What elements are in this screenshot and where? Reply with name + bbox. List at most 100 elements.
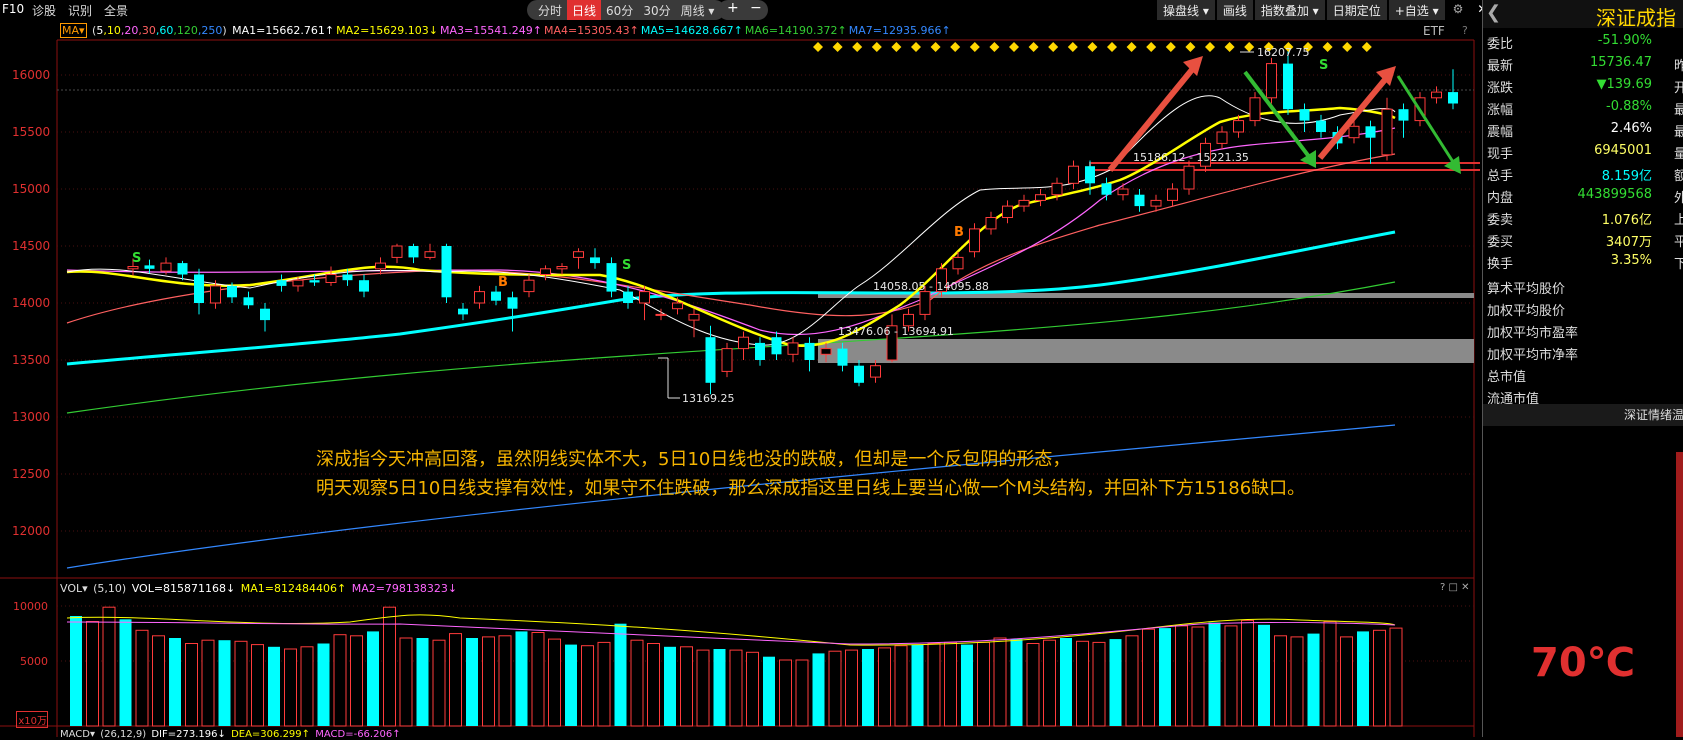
volume-bar[interactable] [581,645,594,727]
quote-row-suffix: 最 [1674,125,1683,140]
volume-bar[interactable] [862,649,874,726]
quote-row-suffix: 上 [1674,213,1683,228]
volume-bar[interactable] [466,638,478,726]
volume-bar[interactable] [432,639,446,727]
quote-row-suffix: 平 [1674,235,1683,250]
volume-bar[interactable] [795,659,809,727]
volume-bar[interactable] [977,641,990,727]
volume-bar[interactable] [333,634,347,727]
volume-bar[interactable] [218,640,231,726]
volume-bar[interactable] [399,637,413,727]
volume-bar[interactable] [300,646,314,727]
volume-bar[interactable] [961,644,973,726]
volume-bar[interactable] [383,606,396,727]
volume-chart[interactable] [0,0,1480,737]
quote-row: 委比 -51.90% [1483,30,1683,52]
volume-bar[interactable] [845,649,858,727]
volume-bar[interactable] [482,636,495,727]
volume-bar[interactable] [614,623,627,726]
quote-row: 换手 3.35% 下 [1483,250,1683,272]
quote-row-label: 总手 [1487,169,1514,184]
stat-weighted-pe[interactable]: 加权平均市盈率 [1487,322,1578,341]
volume-bar[interactable] [680,646,693,727]
volume-bar[interactable] [284,648,297,727]
volume-bar[interactable] [70,616,82,726]
volume-bar[interactable] [449,633,462,727]
quote-row: 总手 8.159亿 额 [1483,162,1683,184]
volume-bar[interactable] [1060,638,1072,726]
volume-bar[interactable] [152,635,165,727]
volume-bar[interactable] [713,649,726,726]
volume-bar[interactable] [1224,625,1238,727]
volume-bar[interactable] [597,641,611,727]
volume-bar[interactable] [102,606,116,727]
volume-bar[interactable] [1241,619,1254,727]
volume-bar[interactable] [993,637,1007,727]
volume-bar[interactable] [1191,626,1205,727]
quote-row: 委买 3407万 平 [1483,228,1683,250]
volume-bar[interactable] [630,639,644,727]
index-title: 深证成指 [1596,6,1676,30]
volume-bar[interactable] [317,643,330,727]
volume-bar[interactable] [169,638,181,726]
volume-bar[interactable] [548,638,561,727]
volume-bar[interactable] [565,644,577,726]
volume-bar[interactable] [201,639,215,727]
volume-bar[interactable] [416,638,429,726]
volume-bar[interactable] [515,631,528,726]
volume-bar[interactable] [268,646,280,726]
volume-bar[interactable] [927,643,941,727]
volume-bar[interactable] [1290,636,1304,727]
volume-bar[interactable] [1092,641,1106,727]
volume-bar[interactable] [1175,625,1188,727]
volume-bar[interactable] [1340,636,1353,727]
volume-bar[interactable] [812,653,825,726]
volume-bar[interactable] [1043,639,1056,727]
macd-selector[interactable]: MACD▾ [60,729,95,740]
volume-bar[interactable] [367,631,379,726]
quote-row-value: 6945001 [1594,143,1652,158]
volume-bar[interactable] [1076,640,1089,727]
volume-bar[interactable] [234,640,248,727]
volume-bar[interactable] [531,632,545,727]
volume-bar[interactable] [350,635,363,727]
volume-bar[interactable] [729,649,743,727]
volume-bar[interactable] [894,645,908,727]
volume-bar[interactable] [828,650,842,727]
volume-bar[interactable] [664,646,676,726]
stat-total-mkt-cap[interactable]: 总市值 [1487,366,1526,385]
volume-bar[interactable] [135,629,149,727]
volume-bar[interactable] [763,656,775,726]
stat-weighted-pb[interactable]: 加权平均市净率 [1487,344,1578,363]
volume-bar[interactable] [1208,622,1221,726]
back-icon[interactable]: ❮ [1486,2,1501,23]
volume-bar[interactable] [696,649,710,727]
sentiment-tab[interactable]: 深证情绪温 [1483,404,1683,426]
volume-bar[interactable] [1026,643,1040,727]
volume-bar[interactable] [878,647,891,727]
volume-bar[interactable] [1389,627,1403,727]
volume-bar[interactable] [1357,631,1369,726]
volume-bar[interactable] [1373,629,1386,727]
volume-bar[interactable] [1258,624,1270,726]
volume-bar[interactable] [1159,628,1171,726]
volume-bar[interactable] [119,619,132,726]
volume-bar[interactable] [779,659,792,727]
volume-bar[interactable] [185,643,198,727]
volume-bar[interactable] [1274,635,1287,727]
volume-bar[interactable] [1142,628,1155,727]
volume-bar[interactable] [498,635,512,727]
volume-bar[interactable] [86,621,99,727]
volume-bar[interactable] [746,651,759,727]
volume-bar[interactable] [911,644,924,726]
volume-bar[interactable] [251,644,264,727]
volume-bar[interactable] [647,643,660,727]
volume-bar[interactable] [1323,621,1337,727]
volume-bar[interactable] [944,641,957,727]
volume-bar[interactable] [1109,639,1122,726]
stat-arith-avg-price[interactable]: 算术平均股价 [1487,278,1565,297]
stat-weighted-avg-price[interactable]: 加权平均股价 [1487,300,1565,319]
volume-bar[interactable] [1125,635,1139,727]
volume-bar[interactable] [1307,633,1320,726]
volume-bar[interactable] [1010,639,1023,726]
